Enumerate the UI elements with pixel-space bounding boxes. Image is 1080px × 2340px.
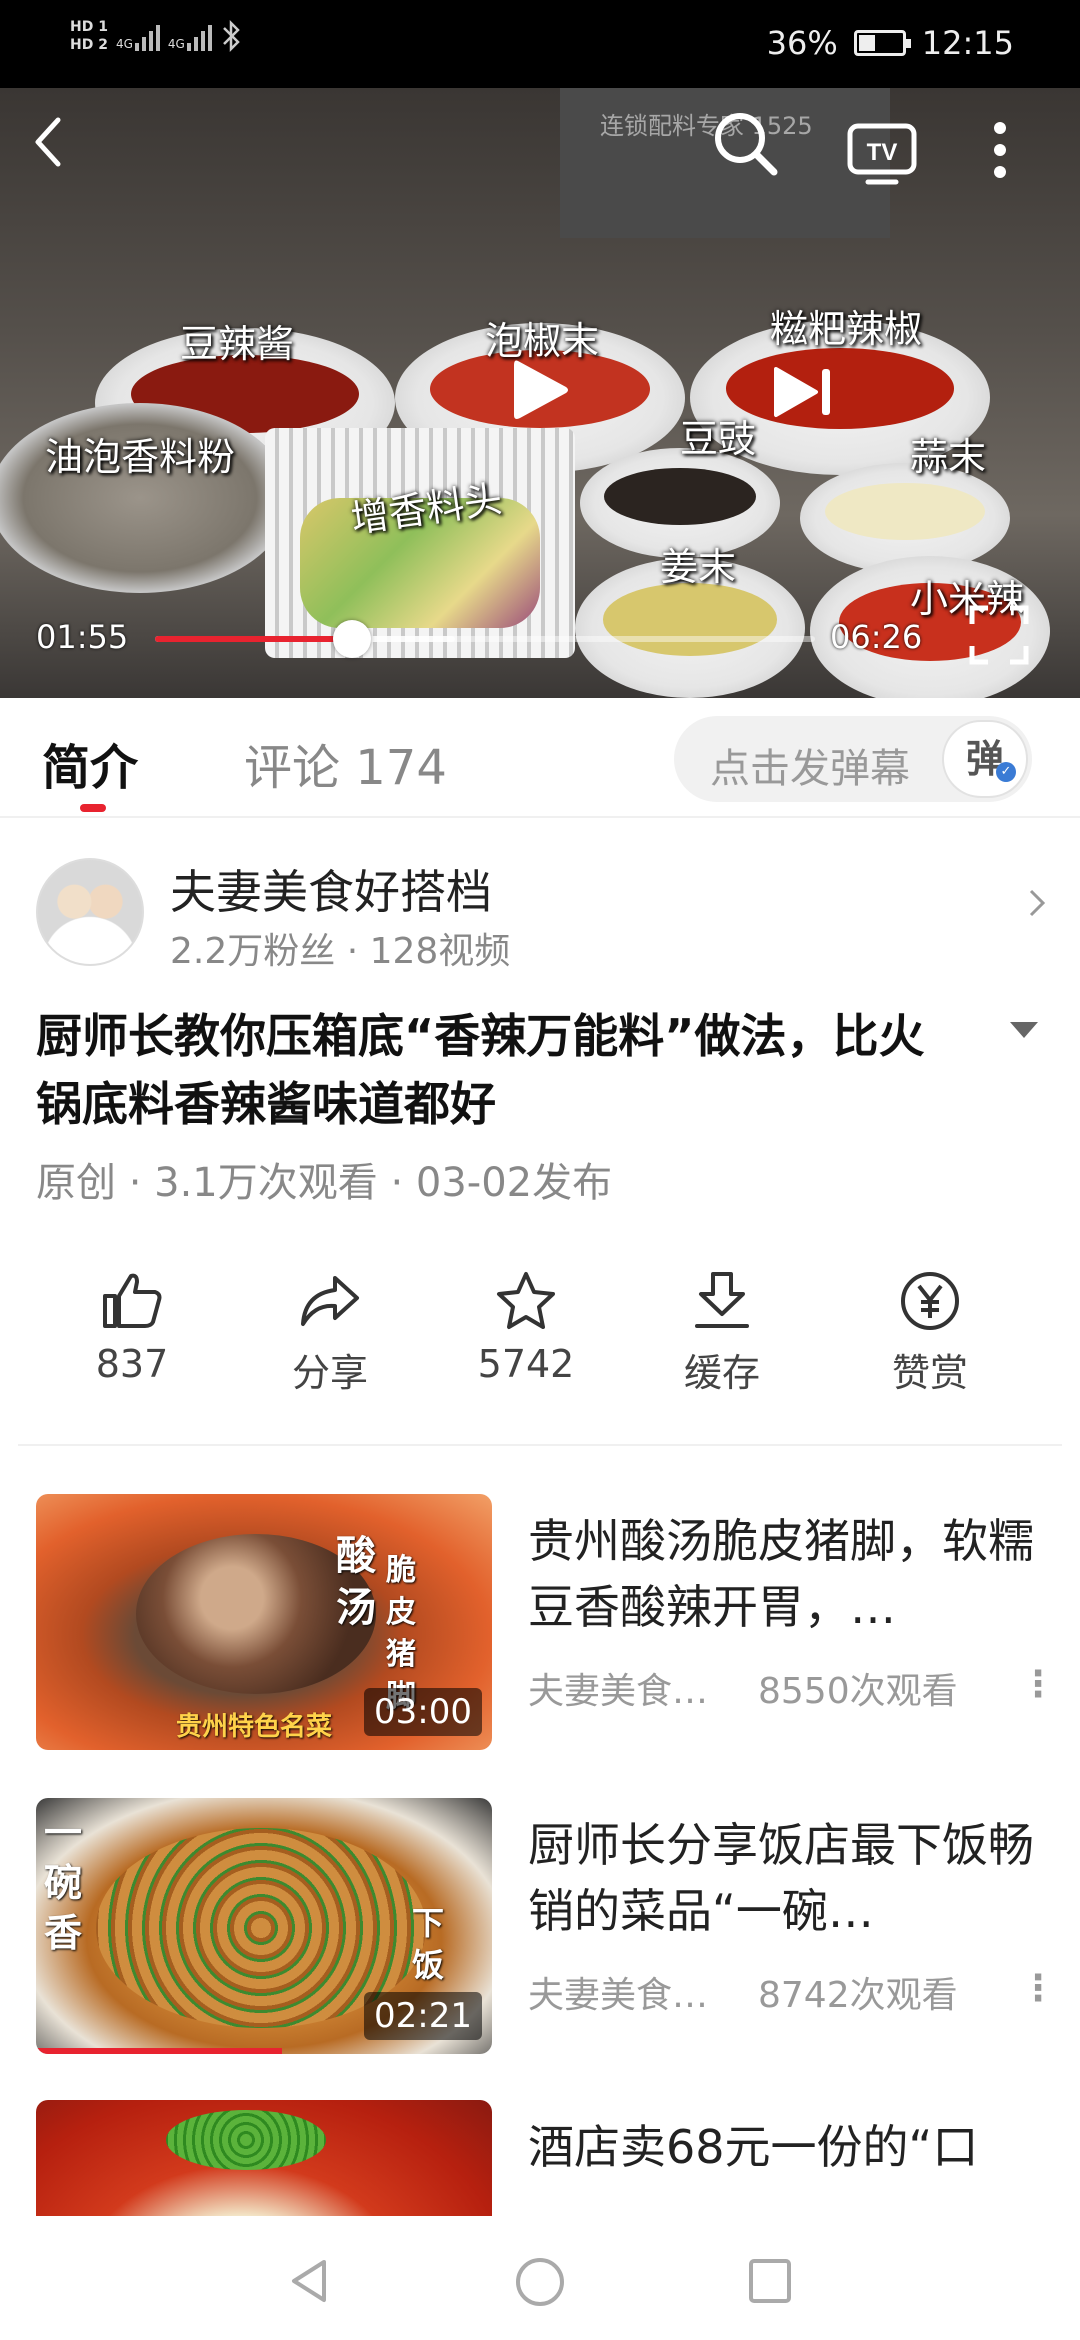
duration-badge: 02:21 — [364, 1992, 482, 2040]
next-icon[interactable] — [770, 365, 836, 419]
share-button[interactable]: 分享 — [240, 1270, 420, 1397]
clock: 12:15 — [921, 24, 1014, 62]
recommended-item[interactable]: 酸汤 脆皮猪脚 贵州特色名菜 03:00 贵州酸汤脆皮猪脚，软糯豆香酸辣开胃，…… — [36, 1494, 1056, 1750]
cache-label: 缓存 — [683, 1351, 760, 1395]
signal-bars-icon — [186, 21, 212, 51]
watch-progress-bar — [36, 2048, 283, 2054]
reward-label: 赞赏 — [891, 1351, 968, 1395]
battery-percent: 36% — [766, 24, 838, 62]
recommended-views: 8550次观看 — [758, 1671, 958, 1712]
back-icon[interactable] — [28, 112, 68, 172]
play-icon[interactable] — [508, 355, 572, 425]
video-caption: 豆豉 — [680, 417, 757, 461]
thumbnail-caption: 一碗香 — [44, 1810, 83, 1955]
seek-bar[interactable] — [155, 620, 815, 658]
video-thumbnail[interactable]: 酸汤 脆皮猪脚 贵州特色名菜 03:00 — [36, 1494, 492, 1750]
recommended-title[interactable]: 贵州酸汤脆皮猪脚，软糯豆香酸辣开胃，… — [528, 1508, 1048, 1640]
reward-button[interactable]: 赞赏 — [840, 1270, 1020, 1397]
tv-cast-icon[interactable]: TV — [846, 122, 918, 188]
recommended-item[interactable]: 酒店卖68元一份的“口 — [36, 2100, 1056, 2216]
duration-badge: 03:00 — [364, 1688, 482, 1736]
more-options-icon[interactable]: ⋮ — [1020, 1664, 1056, 1705]
bluetooth-icon — [222, 19, 240, 53]
video-thumbnail[interactable]: 一碗香 下饭 02:21 — [36, 1798, 492, 2054]
thumbnail-caption: 酸汤 — [336, 1532, 376, 1631]
status-bar: HD 1 HD 2 4G 4G 36% 12:15 — [0, 0, 1080, 88]
recommended-title[interactable]: 酒店卖68元一份的“口 — [528, 2114, 1048, 2216]
like-count: 837 — [95, 1342, 169, 1386]
video-meta: 原创 · 3.1万次观看 · 03-02发布 — [36, 1160, 613, 1206]
thumbnail-caption: 下饭 — [412, 1904, 445, 1984]
signal-1: 4G — [116, 21, 160, 51]
video-caption: 姜末 — [660, 545, 737, 589]
nav-recents-icon[interactable] — [746, 2256, 794, 2306]
danmaku-input[interactable]: 点击发弹幕 弹 ✓ — [674, 716, 1032, 802]
seek-played — [155, 636, 352, 642]
svg-text:TV: TV — [867, 139, 898, 166]
network-type-1: 4G — [115, 37, 133, 51]
share-label: 分享 — [291, 1351, 368, 1395]
video-player[interactable]: 连锁配料专家 1525 豆辣酱 泡椒末 糍粑辣椒 油泡香料粉 豆豉 蒜末 增香料… — [0, 88, 1080, 698]
share-icon — [301, 1276, 359, 1326]
recommended-author: 夫妻美食… — [528, 1671, 709, 1712]
nav-home-icon[interactable] — [514, 2256, 566, 2308]
tab-comments[interactable]: 评论 174 — [244, 728, 447, 798]
video-caption: 蒜末 — [910, 435, 987, 479]
download-icon — [695, 1272, 749, 1328]
total-time: 06:26 — [830, 618, 923, 656]
recommended-author: 夫妻美食… — [528, 1975, 709, 2016]
battery-icon — [853, 30, 911, 56]
signal-bars-icon — [134, 21, 160, 51]
video-caption: 糍粑辣椒 — [770, 307, 923, 351]
favorite-button[interactable]: 5742 — [436, 1270, 616, 1386]
cache-button[interactable]: 缓存 — [632, 1270, 812, 1397]
system-nav-bar — [0, 2216, 1080, 2340]
video-thumbnail[interactable] — [36, 2100, 492, 2216]
hd2-label: HD 2 — [70, 37, 108, 53]
search-icon[interactable] — [710, 108, 780, 178]
network-indicators: HD 1 HD 2 4G 4G — [70, 18, 242, 54]
tab-bar: 简介 评论 174 点击发弹幕 弹 ✓ — [0, 698, 1080, 818]
chevron-right-icon[interactable] — [1028, 888, 1046, 918]
seek-thumb[interactable] — [332, 620, 371, 658]
favorite-count: 5742 — [477, 1342, 575, 1386]
hd1-label: HD 1 — [70, 19, 108, 35]
apron-text: 连锁配料专家 1525 — [600, 112, 813, 140]
author-row[interactable]: 夫妻美食好搭档 2.2万粉丝 · 128视频 — [36, 856, 1046, 972]
danmaku-placeholder: 点击发弹幕 — [710, 746, 910, 792]
video-title: 厨师长教你压箱底“香辣万能料”做法，比火锅底料香辣酱味道都好 — [36, 1009, 925, 1131]
recommended-item[interactable]: 一碗香 下饭 02:21 厨师长分享饭店最下饭畅销的菜品“一碗… 夫妻美食… 8… — [36, 1798, 1056, 2054]
recommended-title[interactable]: 厨师长分享饭店最下饭畅销的菜品“一碗… — [528, 1812, 1048, 1944]
yen-coin-icon — [901, 1272, 959, 1330]
author-name[interactable]: 夫妻美食好搭档 — [170, 856, 492, 922]
video-caption: 油泡香料粉 — [45, 435, 236, 479]
more-vertical-icon[interactable] — [990, 120, 1010, 180]
signal-2: 4G — [168, 21, 212, 51]
more-options-icon[interactable]: ⋮ — [1020, 1968, 1056, 2009]
avatar[interactable] — [36, 858, 144, 966]
video-caption: 豆辣酱 — [180, 322, 295, 366]
recommended-views: 8742次观看 — [758, 1975, 958, 2016]
action-bar: 837 分享 5742 缓存 赞赏 — [0, 1270, 1080, 1420]
nav-back-icon[interactable] — [286, 2256, 334, 2306]
like-button[interactable]: 837 — [42, 1270, 222, 1386]
hd-indicators: HD 1 HD 2 — [70, 18, 108, 54]
divider — [18, 1444, 1062, 1446]
thumbnail-food — [166, 2110, 326, 2170]
status-right: 36% 12:15 — [767, 24, 1014, 62]
fullscreen-icon[interactable] — [968, 604, 1030, 666]
expand-description-icon[interactable] — [1010, 1022, 1038, 1038]
current-time: 01:55 — [36, 618, 129, 656]
author-stats: 2.2万粉丝 · 128视频 — [170, 931, 511, 972]
network-type-2: 4G — [167, 37, 185, 51]
tab-intro[interactable]: 简介 — [42, 728, 138, 798]
thumbs-up-icon — [103, 1273, 162, 1328]
danmaku-toggle-button[interactable]: 弹 ✓ — [942, 720, 1028, 798]
star-icon — [497, 1272, 555, 1329]
tab-active-indicator — [80, 804, 106, 812]
thumbnail-caption: 贵州特色名菜 — [176, 1712, 333, 1742]
check-icon: ✓ — [996, 762, 1016, 782]
